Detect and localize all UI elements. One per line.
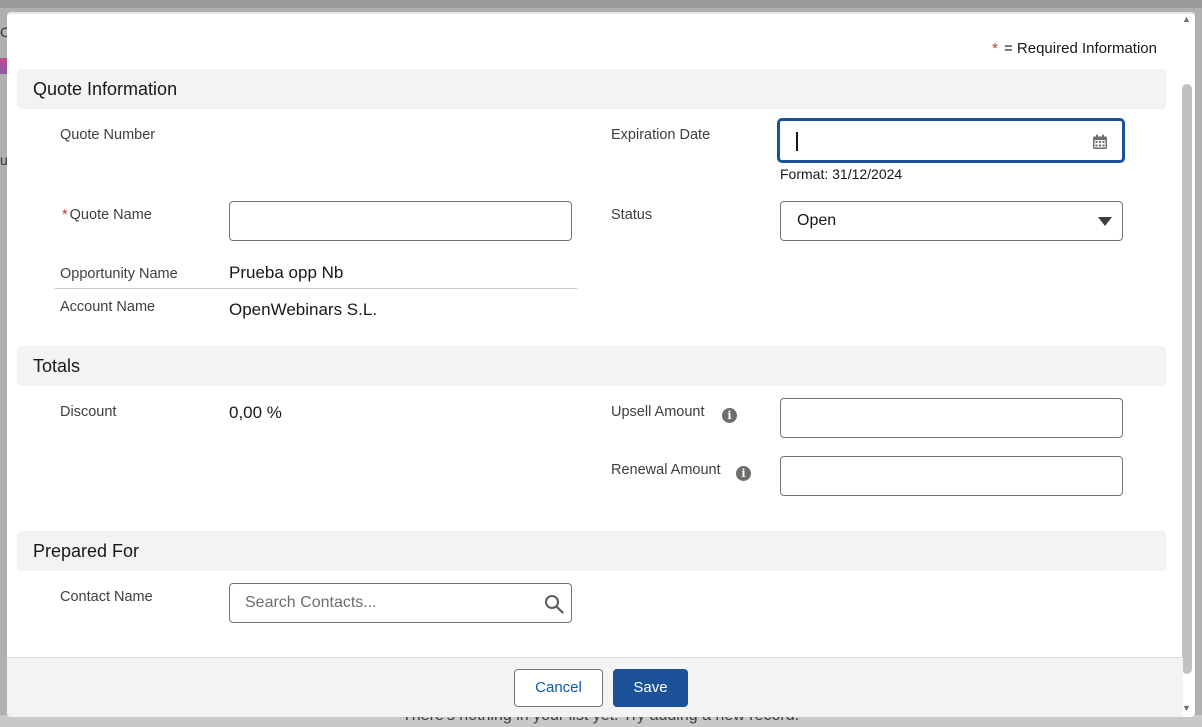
upsell-amount-input[interactable] xyxy=(780,398,1123,438)
account-name-value[interactable]: OpenWebinars S.L. xyxy=(229,300,377,320)
discount-label: Discount xyxy=(60,404,117,420)
section-quote-information[interactable]: Quote Information xyxy=(17,69,1166,109)
quote-name-input[interactable] xyxy=(229,201,572,241)
contact-search-placeholder: Search Contacts... xyxy=(245,594,377,611)
required-information-legend: * = Required Information xyxy=(992,40,1157,57)
cancel-button[interactable]: Cancel xyxy=(514,669,603,707)
quote-name-label: * Quote Name xyxy=(62,207,152,223)
quote-number-label: Quote Number xyxy=(60,127,156,143)
expiration-date-input[interactable] xyxy=(778,119,1124,162)
status-label: Status xyxy=(611,207,653,223)
required-star: * xyxy=(992,40,998,57)
save-button[interactable]: Save xyxy=(613,669,688,707)
account-name-label: Account Name xyxy=(60,299,156,315)
info-icon[interactable]: i xyxy=(736,466,751,481)
section-prepared-for[interactable]: Prepared For xyxy=(17,531,1166,571)
upsell-amount-label: Upsell Amount xyxy=(611,404,705,420)
modal-footer: Cancel Save xyxy=(7,657,1183,717)
scroll-thumb[interactable] xyxy=(1182,84,1192,674)
status-select[interactable]: Open xyxy=(780,201,1123,241)
renewal-amount-label: Renewal Amount xyxy=(611,462,721,478)
renewal-amount-input[interactable] xyxy=(780,456,1123,496)
opportunity-name-label: Opportunity Name xyxy=(60,266,178,282)
info-icon[interactable]: i xyxy=(722,408,737,423)
quote-name-label-text: Quote Name xyxy=(69,207,152,223)
expiration-date-label: Expiration Date xyxy=(611,127,711,143)
calendar-icon[interactable] xyxy=(1092,134,1108,150)
contact-name-label: Contact Name xyxy=(60,589,153,605)
text-caret xyxy=(796,132,798,151)
search-icon[interactable] xyxy=(544,594,564,614)
status-value: Open xyxy=(797,212,837,229)
opportunity-name-value[interactable]: Prueba opp Nb xyxy=(229,263,343,283)
discount-value: 0,00 % xyxy=(229,403,282,422)
required-information-text: = Required Information xyxy=(1003,40,1157,57)
contact-name-lookup[interactable]: Search Contacts... xyxy=(229,583,572,623)
section-title: Quote Information xyxy=(33,79,178,99)
section-title: Prepared For xyxy=(33,541,140,561)
field-divider xyxy=(55,288,577,289)
date-format-hint: Format: 31/12/2024 xyxy=(780,166,903,182)
scroll-up-arrow-icon[interactable]: ▲ xyxy=(1182,14,1191,24)
new-quote-modal: ▲ ▼ * = Required Information Quote Inform… xyxy=(7,12,1195,717)
background-top-bar xyxy=(0,0,1202,8)
section-totals[interactable]: Totals xyxy=(17,346,1166,386)
required-star: * xyxy=(62,207,68,223)
section-title: Totals xyxy=(33,356,81,376)
scroll-down-arrow-icon[interactable]: ▼ xyxy=(1182,703,1191,713)
chevron-down-icon[interactable] xyxy=(1098,217,1112,226)
modal-scrollbar[interactable]: ▲ ▼ xyxy=(1181,14,1193,717)
